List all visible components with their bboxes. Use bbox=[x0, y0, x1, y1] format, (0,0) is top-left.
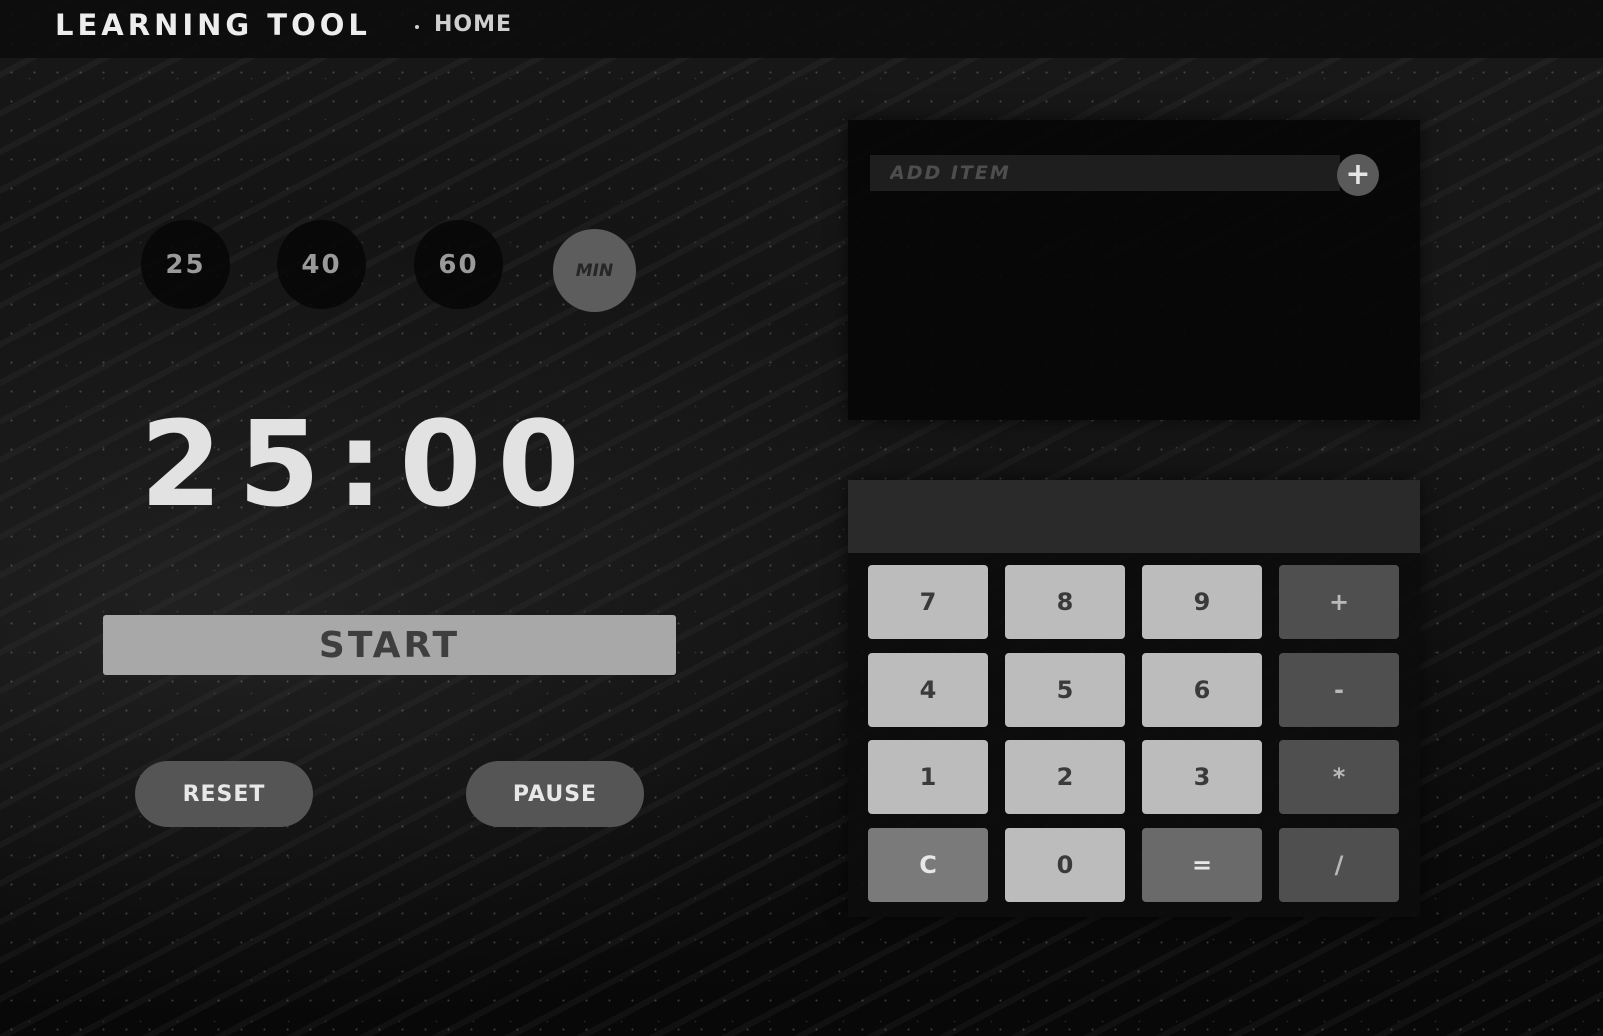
todo-panel: + bbox=[848, 120, 1420, 420]
preset-40-button[interactable]: 40 bbox=[277, 220, 366, 309]
calc-key-equals[interactable]: = bbox=[1142, 828, 1262, 902]
calc-key-5[interactable]: 5 bbox=[1005, 653, 1125, 727]
top-navbar: LEARNING TOOL HOME bbox=[0, 0, 1603, 58]
calc-key-subtract[interactable]: - bbox=[1279, 653, 1399, 727]
calc-key-3[interactable]: 3 bbox=[1142, 740, 1262, 814]
custom-minutes-button[interactable]: MIN bbox=[553, 229, 636, 312]
nav-bullet-icon bbox=[415, 25, 419, 29]
add-item-input[interactable] bbox=[870, 155, 1340, 191]
calc-key-multiply[interactable]: * bbox=[1279, 740, 1399, 814]
plus-icon[interactable]: + bbox=[1337, 154, 1379, 196]
calc-key-1[interactable]: 1 bbox=[868, 740, 988, 814]
calc-key-4[interactable]: 4 bbox=[868, 653, 988, 727]
pause-button[interactable]: PAUSE bbox=[466, 761, 644, 827]
calc-key-clear[interactable]: C bbox=[868, 828, 988, 902]
start-button[interactable]: START bbox=[103, 615, 676, 675]
preset-25-button[interactable]: 25 bbox=[141, 220, 230, 309]
brand-title: LEARNING TOOL bbox=[55, 8, 371, 42]
calculator-display bbox=[848, 480, 1420, 553]
nav-home-link[interactable]: HOME bbox=[434, 12, 512, 37]
calc-key-8[interactable]: 8 bbox=[1005, 565, 1125, 639]
calc-key-divide[interactable]: / bbox=[1279, 828, 1399, 902]
calc-key-9[interactable]: 9 bbox=[1142, 565, 1262, 639]
calc-key-0[interactable]: 0 bbox=[1005, 828, 1125, 902]
calc-key-6[interactable]: 6 bbox=[1142, 653, 1262, 727]
preset-60-button[interactable]: 60 bbox=[414, 220, 503, 309]
reset-button[interactable]: RESET bbox=[135, 761, 313, 827]
calc-key-2[interactable]: 2 bbox=[1005, 740, 1125, 814]
calc-key-add[interactable]: + bbox=[1279, 565, 1399, 639]
timer-display: 25:00 bbox=[140, 395, 596, 533]
calculator: 7 8 9 + 4 5 6 - 1 2 3 * C 0 = / bbox=[848, 480, 1420, 917]
todo-list bbox=[870, 210, 1398, 400]
calc-key-7[interactable]: 7 bbox=[868, 565, 988, 639]
